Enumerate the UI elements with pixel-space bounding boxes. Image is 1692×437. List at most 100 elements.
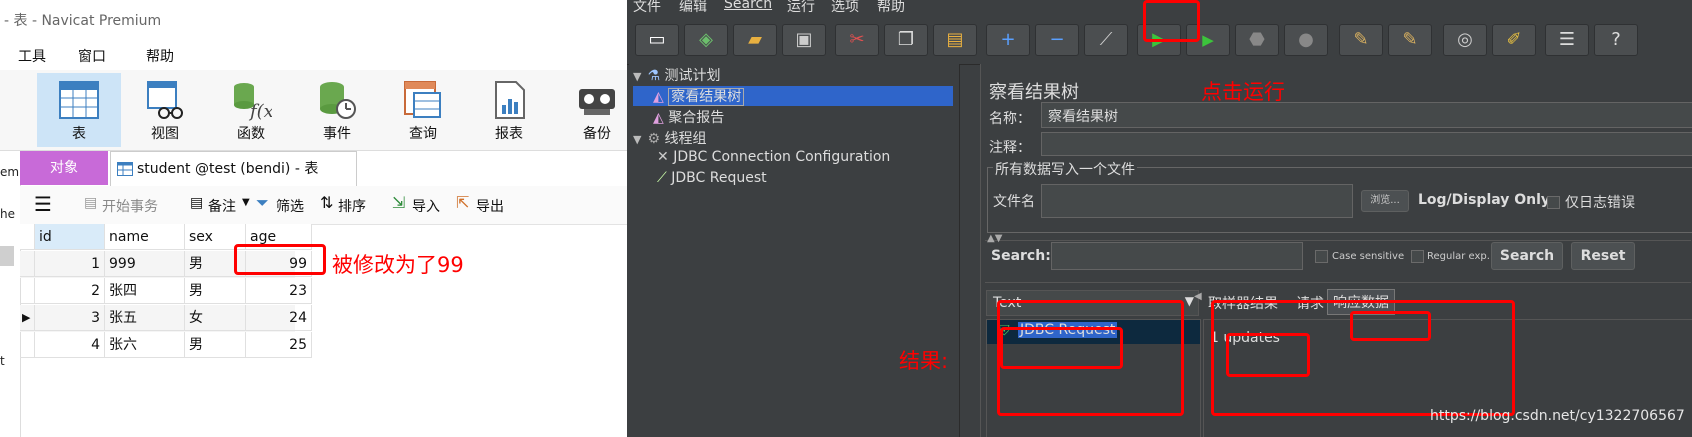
plus-icon: +	[1000, 29, 1016, 50]
binoculars-icon: ◎	[1457, 29, 1473, 50]
tree-item-jdbc-connection[interactable]: ✕ JDBC Connection Configuration	[633, 149, 890, 165]
page-title: 察看结果树	[989, 82, 1079, 103]
cut-button[interactable]: ✂	[835, 24, 879, 56]
menu-run[interactable]: 运行	[787, 0, 815, 16]
expand-all-button[interactable]: +	[986, 24, 1030, 56]
reset-button[interactable]: Reset	[1571, 242, 1635, 270]
menu-help[interactable]: 帮助	[877, 0, 905, 16]
tree-item-aggregate-report[interactable]: ◭ 聚合报告	[633, 107, 724, 127]
nav-pane-text: t	[0, 354, 5, 368]
menu-bar: 工具 窗口 帮助	[0, 38, 627, 70]
comment-field[interactable]	[1041, 132, 1692, 156]
cell-sex[interactable]: 女	[185, 305, 246, 331]
tree-item-thread-group[interactable]: ▼ ⚙ 线程组	[633, 128, 706, 148]
stop-button[interactable]: ⬣	[1235, 24, 1279, 56]
table-row[interactable]: ▶ 3 张五 女 24	[20, 305, 312, 332]
menu-edit[interactable]: 编辑	[679, 0, 707, 16]
help-button[interactable]: ?	[1594, 24, 1638, 56]
export-button[interactable]: 导出	[476, 196, 504, 216]
search-input[interactable]	[1051, 242, 1303, 270]
splitter-arrows-icon[interactable]: ▲▼	[987, 233, 1002, 244]
tab-student-table[interactable]: student @test (bendi) - 表	[110, 151, 357, 186]
templates-button[interactable]: ◈	[684, 24, 728, 56]
toolbar-report-label: 报表	[495, 126, 523, 142]
clear-button[interactable]: ✎	[1339, 24, 1383, 56]
open-button[interactable]: ▰	[733, 24, 777, 56]
toolbar-view-button[interactable]: 视图	[123, 73, 207, 147]
cell-name[interactable]: 张五	[105, 305, 185, 331]
save-button[interactable]: ▣	[782, 24, 826, 56]
cell-id[interactable]: 1	[35, 251, 105, 277]
regular-exp-checkbox[interactable]	[1411, 250, 1424, 263]
cell-sex[interactable]: 男	[185, 332, 246, 358]
function-helper-button[interactable]: ☰	[1545, 24, 1589, 56]
highlight-run-button	[1143, 0, 1200, 42]
cell-id[interactable]: 2	[35, 278, 105, 304]
reset-search-button[interactable]: ✐	[1492, 24, 1536, 56]
cell-name[interactable]: 999	[105, 251, 185, 277]
menu-tools[interactable]: 工具	[18, 46, 46, 66]
regular-exp-label: Regular exp.	[1427, 251, 1490, 262]
listener-icon: ◭	[653, 110, 664, 126]
expand-arrow-icon[interactable]: ▼	[633, 70, 641, 83]
table-row[interactable]: 4 张六 男 25	[20, 332, 312, 359]
case-sensitive-label: Case sensitive	[1332, 251, 1405, 262]
cell-sex[interactable]: 男	[185, 278, 246, 304]
cell-age[interactable]: 25	[246, 332, 312, 358]
collapse-all-button[interactable]: −	[1035, 24, 1079, 56]
tree-item-view-results-tree[interactable]: ◭ 察看结果树	[633, 86, 953, 106]
scissors-icon: ✂	[849, 29, 865, 50]
browse-button[interactable]: 浏览...	[1361, 190, 1409, 212]
import-button[interactable]: 导入	[412, 196, 440, 216]
new-button[interactable]: ▭	[635, 24, 679, 56]
filename-input[interactable]	[1041, 184, 1353, 218]
table-icon	[59, 81, 99, 119]
table-row[interactable]: 2 张四 男 23	[20, 278, 312, 305]
menu-help[interactable]: 帮助	[146, 46, 174, 66]
chevron-down-icon[interactable]: ▼	[242, 197, 250, 208]
name-field[interactable]: 察看结果树	[1041, 102, 1692, 128]
toolbar-event-button[interactable]: 事件	[295, 73, 379, 147]
tree-item-test-plan[interactable]: ▼ ⚗ 测试计划	[633, 65, 720, 85]
copy-button[interactable]: ❐	[884, 24, 928, 56]
menu-options[interactable]: 选项	[831, 0, 859, 16]
toolbar-backup-button[interactable]: 备份	[555, 73, 627, 147]
toolbar-query-button[interactable]: 查询	[381, 73, 465, 147]
cell-age[interactable]: 23	[246, 278, 312, 304]
search-button[interactable]: Search	[1491, 242, 1563, 270]
tab-objects[interactable]: 对象	[20, 151, 108, 185]
clear-all-button[interactable]: ✎	[1388, 24, 1432, 56]
toolbar-report-button[interactable]: 报表	[467, 73, 551, 147]
case-sensitive-checkbox[interactable]	[1315, 250, 1328, 263]
cell-name[interactable]: 张四	[105, 278, 185, 304]
tree-item-label: 线程组	[664, 131, 707, 147]
menu-file[interactable]: 文件	[633, 0, 661, 16]
menu-icon[interactable]: ☰	[34, 192, 52, 216]
search-button[interactable]: ◎	[1443, 24, 1487, 56]
toolbar-function-button[interactable]: f(x) 函数	[209, 73, 293, 147]
menu-window[interactable]: 窗口	[78, 46, 106, 66]
filter-button[interactable]: 筛选	[276, 196, 304, 216]
sort-button[interactable]: 排序	[338, 196, 366, 216]
begin-transaction-button[interactable]: 开始事务	[102, 196, 158, 216]
cell-age[interactable]: 24	[246, 305, 312, 331]
errors-only-checkbox[interactable]	[1547, 196, 1560, 209]
toggle-button[interactable]: ⟋	[1084, 24, 1128, 56]
column-header-id[interactable]: id	[35, 224, 105, 250]
comment-label: 注释：	[989, 140, 1031, 156]
paste-button[interactable]: ▤	[933, 24, 977, 56]
tree-item-jdbc-request[interactable]: ⟋ JDBC Request	[633, 170, 767, 186]
watermark-url: https://blog.csdn.net/cy1322706567	[1430, 408, 1685, 424]
navicat-window: - 表 - Navicat Premium 工具 窗口 帮助 表 视图 f(x)…	[0, 0, 627, 437]
cell-id[interactable]: 3	[35, 305, 105, 331]
expand-arrow-icon[interactable]: ▼	[633, 133, 641, 146]
menu-search[interactable]: Search	[724, 0, 772, 12]
toolbar-table-button[interactable]: 表	[37, 73, 121, 147]
memo-button[interactable]: 备注	[208, 196, 236, 216]
column-header-name[interactable]: name	[105, 224, 185, 250]
cell-id[interactable]: 4	[35, 332, 105, 358]
toolbar-function-label: 函数	[237, 126, 265, 142]
cell-name[interactable]: 张六	[105, 332, 185, 358]
shutdown-button[interactable]: ●	[1284, 24, 1328, 56]
annotation-click-run: 点击运行	[1201, 80, 1285, 104]
